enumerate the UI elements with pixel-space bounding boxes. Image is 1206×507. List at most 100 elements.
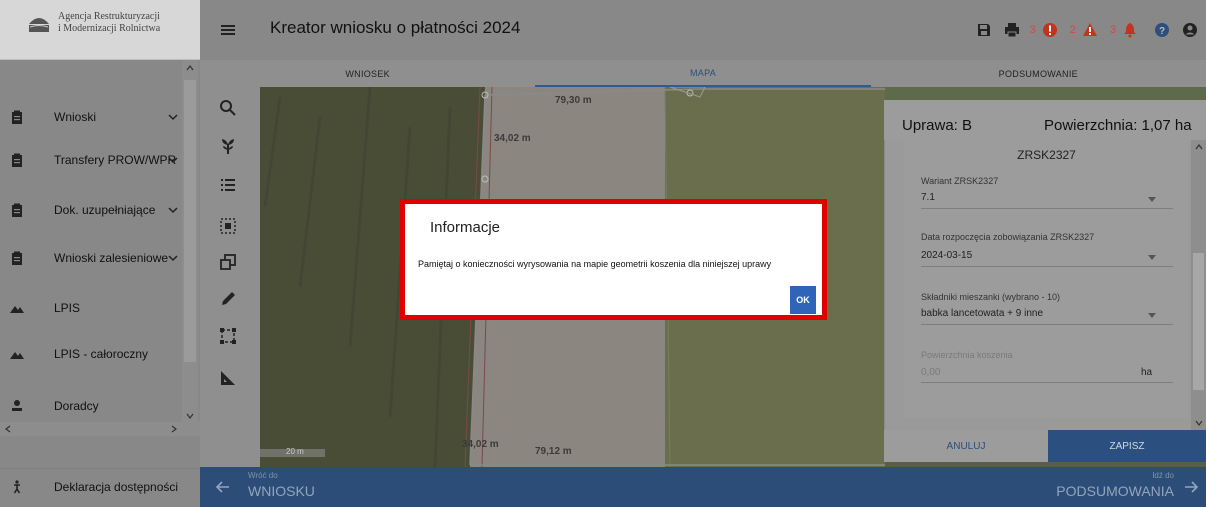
arrow-left-icon — [216, 481, 229, 493]
accessibility-icon — [13, 480, 21, 494]
start-date-select[interactable]: 2024-03-15 — [921, 250, 972, 261]
draw-polygon-icon[interactable] — [218, 326, 238, 346]
sidebar-item-label: Dok. uzupełniające — [54, 203, 156, 217]
chevron-down-icon[interactable] — [168, 112, 178, 122]
dialog-message: Pamiętaj o konieczności wyrysowania na m… — [418, 259, 772, 269]
start-date-underline — [921, 266, 1173, 267]
print-icon[interactable] — [1004, 22, 1020, 38]
mixture-label: Składniki mieszanki (wybrano - 10) — [921, 292, 1061, 302]
wizard-tabs: WNIOSEK MAPA PODSUMOWANIE — [200, 60, 1206, 87]
clipboard-icon — [12, 203, 22, 217]
chevron-down-icon[interactable] — [168, 155, 178, 165]
mixture-underline — [921, 324, 1173, 325]
person-icon — [12, 400, 22, 411]
brand-name: Agencja Restrukturyzacji i Modernizacji … — [58, 11, 160, 35]
caret-down-icon[interactable] — [1148, 197, 1156, 203]
sidebar-item-dok-uzupelniajace[interactable]: Dok. uzupełniające — [0, 190, 200, 230]
dimension-label-top: 79,30 m — [555, 95, 592, 106]
accessibility-declaration-link[interactable]: Deklaracja dostępności — [0, 467, 200, 507]
mixture-select[interactable]: babka lancetowata + 9 inne — [921, 308, 1043, 319]
tab-wniosek[interactable]: WNIOSEK — [200, 60, 535, 87]
mowing-area-underline — [921, 382, 1173, 383]
save-icon[interactable] — [976, 22, 992, 38]
scroll-up-icon[interactable] — [186, 64, 194, 72]
mountain-icon — [10, 306, 24, 313]
crop-label: Uprawa: B — [902, 117, 973, 134]
mountain-icon — [10, 352, 24, 359]
area-label: Powierzchnia: 1,07 ha — [1044, 117, 1192, 134]
map-scale-label: 20 m — [286, 447, 304, 456]
tab-mapa[interactable]: MAPA — [535, 60, 871, 87]
tab-podsumowanie[interactable]: PODSUMOWANIE — [871, 60, 1206, 87]
sidebar-item-label: Transfery PROW/WPR — [54, 153, 177, 167]
mowing-area-label: Powierzchnia koszenia — [921, 350, 1013, 360]
scroll-right-icon[interactable] — [170, 425, 178, 433]
sidebar-item-wnioski[interactable]: Wnioski — [0, 97, 200, 137]
start-date-label: Data rozpoczęcia zobowiązania ZRSK2327 — [921, 232, 1095, 242]
plant-icon[interactable] — [218, 136, 238, 156]
arrow-right-icon — [1185, 481, 1198, 493]
panel-scrollbar-thumb[interactable] — [1193, 253, 1204, 390]
help-icon[interactable]: ? — [1154, 22, 1170, 38]
pencil-icon[interactable] — [218, 289, 238, 309]
back-small-label: Wróć do — [248, 471, 278, 480]
scroll-up-icon[interactable] — [1195, 143, 1203, 151]
save-button[interactable]: ZAPISZ — [1048, 430, 1206, 462]
back-to-application-button[interactable]: Wróć do WNIOSKU — [200, 467, 400, 507]
copy-shape-icon[interactable] — [218, 252, 238, 272]
sidebar-item-lpis[interactable]: LPIS — [0, 288, 200, 328]
chevron-down-icon[interactable] — [168, 205, 178, 215]
select-area-icon[interactable] — [218, 216, 238, 236]
variant-label: Wariant ZRSK2327 — [921, 176, 999, 186]
ok-button[interactable]: OK — [790, 286, 816, 314]
chevron-down-icon[interactable] — [168, 253, 178, 263]
search-icon[interactable] — [218, 98, 238, 118]
variant-select[interactable]: 7.1 — [921, 192, 935, 203]
cancel-button[interactable]: ANULUJ — [884, 430, 1048, 462]
brand-line-1: Agencja Restrukturyzacji — [58, 11, 160, 22]
next-small-label: Idź do — [1152, 471, 1174, 480]
list-icon[interactable] — [218, 175, 238, 195]
clipboard-icon — [12, 153, 22, 167]
warning-count: 2 — [1069, 24, 1076, 36]
error-count: 3 — [1029, 24, 1036, 36]
mowing-area-input[interactable]: 0,00 — [921, 367, 940, 378]
warning-icon[interactable] — [1082, 22, 1098, 38]
sidebar-item-label: Wnioski zalesieniowe — [54, 251, 169, 265]
user-account-icon[interactable] — [1182, 22, 1198, 38]
arimr-logo — [29, 18, 49, 32]
sidebar-item-label: LPIS - całoroczny — [54, 347, 149, 361]
section-title: ZRSK2327 — [1017, 148, 1076, 162]
accessibility-label: Deklaracja dostępności — [54, 480, 179, 494]
scroll-down-icon[interactable] — [1195, 419, 1203, 427]
dimension-label-bottom-left: 34,02 m — [462, 439, 499, 450]
sidebar-horizontal-scrollbar[interactable] — [0, 422, 200, 436]
page-title: Kreator wniosku o płatności 2024 — [270, 18, 521, 37]
error-icon[interactable] — [1042, 22, 1058, 38]
variant-underline — [921, 208, 1173, 209]
alert-count: 3 — [1109, 24, 1116, 36]
sidebar-item-doradcy[interactable]: Doradcy — [0, 386, 200, 426]
mowing-area-unit: ha — [1141, 367, 1153, 378]
svg-text:?: ? — [1159, 26, 1165, 37]
next-big-label: PODSUMOWANIA — [1056, 483, 1174, 499]
measure-icon[interactable] — [218, 368, 238, 388]
sidebar-item-transfery[interactable]: Transfery PROW/WPR — [0, 140, 200, 180]
clipboard-icon — [12, 110, 22, 124]
dialog-title: Informacje — [430, 219, 501, 236]
go-to-summary-button[interactable]: Idź do PODSUMOWANIA — [1006, 467, 1206, 507]
bell-icon[interactable] — [1122, 22, 1138, 38]
sidebar-item-label: Doradcy — [54, 399, 99, 413]
clipboard-icon — [12, 251, 22, 265]
header-actions: 3 2 3 ? — [976, 20, 1198, 40]
brand-line-2: i Modernizacji Rolnictwa — [58, 23, 161, 34]
sidebar-item-wnioski-zalesieniowe[interactable]: Wnioski zalesieniowe — [0, 238, 200, 278]
dimension-label-left: 34,02 m — [494, 133, 531, 144]
sidebar-item-label: LPIS — [54, 301, 81, 315]
scroll-left-icon[interactable] — [4, 425, 12, 433]
hamburger-menu-icon[interactable] — [218, 20, 238, 40]
caret-down-icon[interactable] — [1148, 255, 1156, 261]
sidebar-item-lpis-caloroczny[interactable]: LPIS - całoroczny — [0, 334, 200, 374]
caret-down-icon[interactable] — [1148, 313, 1156, 319]
dimension-label-bottom: 79,12 m — [535, 446, 572, 457]
